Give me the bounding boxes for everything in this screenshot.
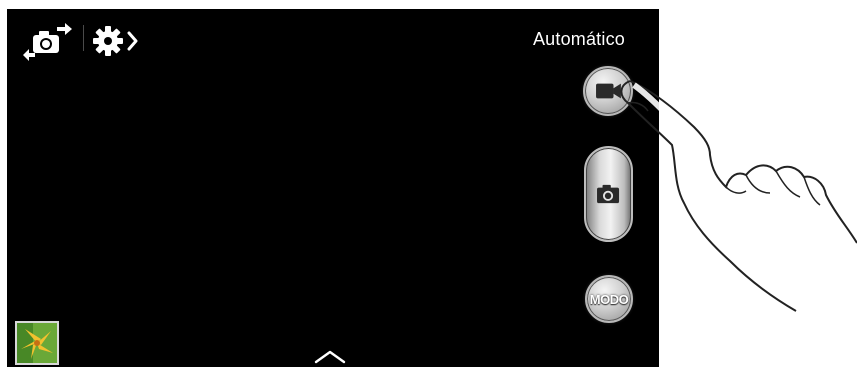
switch-camera-icon[interactable]	[23, 21, 73, 61]
gear-arrow-icon[interactable]	[89, 21, 141, 61]
gallery-image-icon	[17, 323, 57, 363]
mode-button[interactable]: MODO	[585, 275, 633, 323]
camera-viewfinder[interactable]: Automático MODO	[7, 9, 659, 367]
camera-icon	[597, 184, 620, 204]
video-camera-icon	[596, 83, 621, 99]
take-photo-button[interactable]	[584, 146, 633, 242]
gallery-thumbnail[interactable]	[15, 321, 59, 365]
toolbar-divider	[83, 25, 84, 51]
record-video-button[interactable]	[583, 66, 633, 116]
chevron-up-icon[interactable]	[313, 349, 347, 365]
shooting-mode-label[interactable]: Automático	[533, 29, 625, 50]
